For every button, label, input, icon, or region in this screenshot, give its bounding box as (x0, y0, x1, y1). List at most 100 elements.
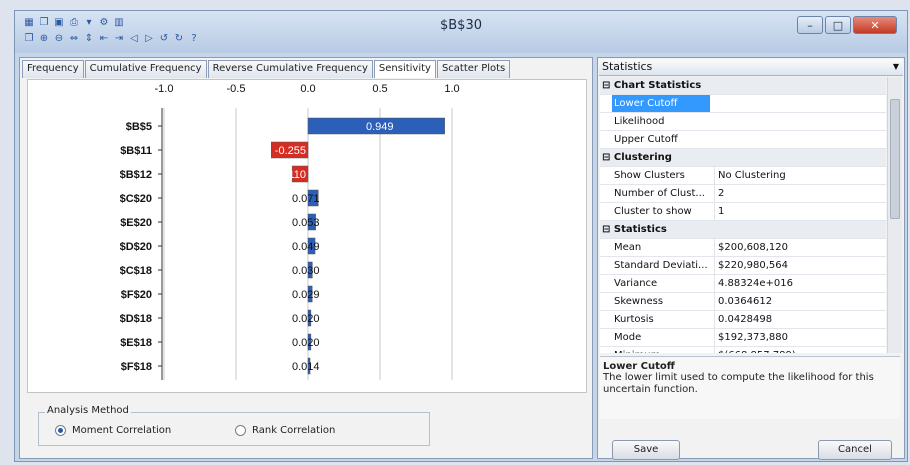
property-key: Upper Cutoff (614, 134, 678, 145)
property-value: $192,373,880 (714, 329, 886, 346)
zoom-in-icon[interactable]: ⊕ (38, 33, 50, 45)
property-key: Minimum (614, 347, 710, 353)
property-value: 1 (714, 203, 886, 220)
copy-icon[interactable]: ❐ (38, 17, 50, 29)
property-row[interactable]: Cluster to show 1 (600, 203, 886, 221)
dropdown-arrow-icon[interactable]: ▾ (83, 17, 95, 29)
property-key: Show Clusters (614, 170, 685, 181)
property-grid-scrollbar[interactable] (887, 77, 902, 353)
section-header[interactable]: ⊟ Clustering (600, 149, 886, 167)
moment-correlation-radio[interactable] (55, 425, 66, 436)
x-tick-label: -1.0 (155, 83, 174, 95)
category-label: $C$18 (120, 265, 152, 277)
data-label: 0.030 (292, 265, 320, 277)
property-key: Lower Cutoff (612, 95, 710, 112)
property-key: Mode (614, 332, 642, 343)
property-key: Variance (614, 278, 658, 289)
settings-icon[interactable]: ⚙ (98, 17, 110, 29)
data-label: 0.020 (292, 337, 320, 349)
rotate-left-icon[interactable]: ↺ (158, 33, 170, 45)
property-row[interactable]: Likelihood (600, 113, 886, 131)
arrow-right-icon[interactable]: ▷ (143, 33, 155, 45)
fit-width-icon[interactable]: ⇔ (68, 33, 80, 45)
maximize-button[interactable]: □ (825, 16, 851, 34)
property-row[interactable]: Variance 4.88324e+016 (600, 275, 886, 293)
property-key: Mean (614, 242, 642, 253)
toolbar-row-1: ▦ ❐ ▣ ⎙ ▾ ⚙ ▥ (23, 17, 125, 29)
property-key: Likelihood (614, 116, 665, 127)
cancel-button[interactable]: Cancel (818, 440, 892, 460)
property-value: 2 (714, 185, 886, 202)
property-value: 4.88324e+016 (714, 275, 886, 292)
tab-frequency[interactable]: Frequency (22, 60, 84, 78)
sensitivity-chart-svg: -1.0 -0.5 0.0 0.5 1.0 $B$5 0.949 $B$11 -0.255 $B$… (120, 83, 460, 380)
category-label: $B$11 (120, 145, 152, 157)
property-key: Skewness (614, 296, 664, 307)
category-label: $C$20 (120, 193, 152, 205)
chevron-down-icon: ▼ (892, 62, 899, 71)
scrollbar-thumb[interactable] (890, 99, 900, 219)
chart-tabs: Frequency Cumulative Frequency Reverse C… (22, 60, 511, 78)
tab-reverse-cumulative-frequency[interactable]: Reverse Cumulative Frequency (207, 60, 373, 78)
rank-correlation-radio[interactable] (235, 425, 246, 436)
save-button[interactable]: Save (612, 440, 680, 460)
tab-sensitivity[interactable]: Sensitivity (373, 60, 436, 78)
window-title: $B$30 (439, 18, 482, 33)
sensitivity-chart: -1.0 -0.5 0.0 0.5 1.0 $B$5 0.949 $B$11 -0.255 $B$… (27, 79, 587, 393)
data-label: -0.110 (276, 169, 306, 181)
save-icon[interactable]: ▣ (53, 17, 65, 29)
data-label: 0.949 (366, 121, 394, 133)
print-icon[interactable]: ⎙ (68, 17, 80, 29)
help-icon[interactable]: ? (188, 33, 200, 45)
rank-correlation-option[interactable]: Rank Correlation (235, 425, 335, 436)
property-key: Kurtosis (614, 314, 654, 325)
copy-small-icon[interactable]: ❐ (23, 33, 35, 45)
title-bar: $B$30 ▦ ❐ ▣ ⎙ ▾ ⚙ ▥ ❐ ⊕ ⊖ ⇔ ⇕ ⇤ ⇥ ◁ ▷ ↺ ↻? – □ ✕ (15, 11, 907, 53)
statistics-dropdown[interactable]: Statistics ▼ (599, 59, 903, 76)
property-row[interactable]: Minimum $(668,857,789) (600, 347, 886, 353)
data-label: 0.053 (292, 217, 320, 229)
section-header[interactable]: ⊟ Statistics (600, 221, 886, 239)
fit-height-icon[interactable]: ⇕ (83, 33, 95, 45)
category-label: $D$18 (120, 313, 152, 325)
analysis-method-group: Analysis Method Moment Correlation Rank … (38, 405, 430, 446)
minimize-button[interactable]: – (797, 16, 823, 34)
moment-correlation-option[interactable]: Moment Correlation (55, 425, 171, 436)
property-row[interactable]: Standard Deviati... $220,980,564 (600, 257, 886, 275)
property-row[interactable]: Show Clusters No Clustering (600, 167, 886, 185)
tab-cumulative-frequency[interactable]: Cumulative Frequency (84, 60, 207, 78)
x-tick-label: 1.0 (444, 83, 459, 95)
chart-icon[interactable]: ▥ (113, 17, 125, 29)
property-row[interactable]: Number of Clust... 2 (600, 185, 886, 203)
property-value: No Clustering (714, 167, 886, 184)
rotate-right-icon[interactable]: ↻ (173, 33, 185, 45)
grid-icon[interactable]: ▦ (23, 17, 35, 29)
property-value: 0.0364612 (714, 293, 886, 310)
statistics-title: Statistics (602, 60, 653, 73)
property-row[interactable]: Mode $192,373,880 (600, 329, 886, 347)
property-row[interactable]: Kurtosis 0.0428498 (600, 311, 886, 329)
category-label: $D$20 (120, 241, 152, 253)
align-left-icon[interactable]: ⇤ (98, 33, 110, 45)
property-row[interactable]: Lower Cutoff (600, 95, 886, 113)
property-key: Standard Deviati... (614, 260, 708, 271)
property-row[interactable]: Skewness 0.0364612 (600, 293, 886, 311)
data-label: -0.255 (275, 145, 306, 157)
analysis-method-label: Analysis Method (45, 405, 131, 416)
arrow-left-icon[interactable]: ◁ (128, 33, 140, 45)
property-key: Number of Clust... (614, 188, 705, 199)
property-row[interactable]: Upper Cutoff (600, 131, 886, 149)
close-button[interactable]: ✕ (853, 16, 897, 34)
description-title: Lower Cutoff (603, 361, 675, 372)
tab-scatter-plots[interactable]: Scatter Plots (436, 60, 511, 78)
category-label: $B$5 (126, 121, 152, 133)
property-value: $(668,857,789) (714, 347, 886, 353)
property-key: Cluster to show (614, 206, 692, 217)
property-value: 0.0428498 (714, 311, 886, 328)
zoom-out-icon[interactable]: ⊖ (53, 33, 65, 45)
section-header[interactable]: ⊟ Chart Statistics (600, 77, 886, 95)
property-row[interactable]: Mean $200,608,120 (600, 239, 886, 257)
description-body: The lower limit used to compute the like… (603, 372, 874, 395)
data-label: 0.049 (292, 241, 320, 253)
align-right-icon[interactable]: ⇥ (113, 33, 125, 45)
